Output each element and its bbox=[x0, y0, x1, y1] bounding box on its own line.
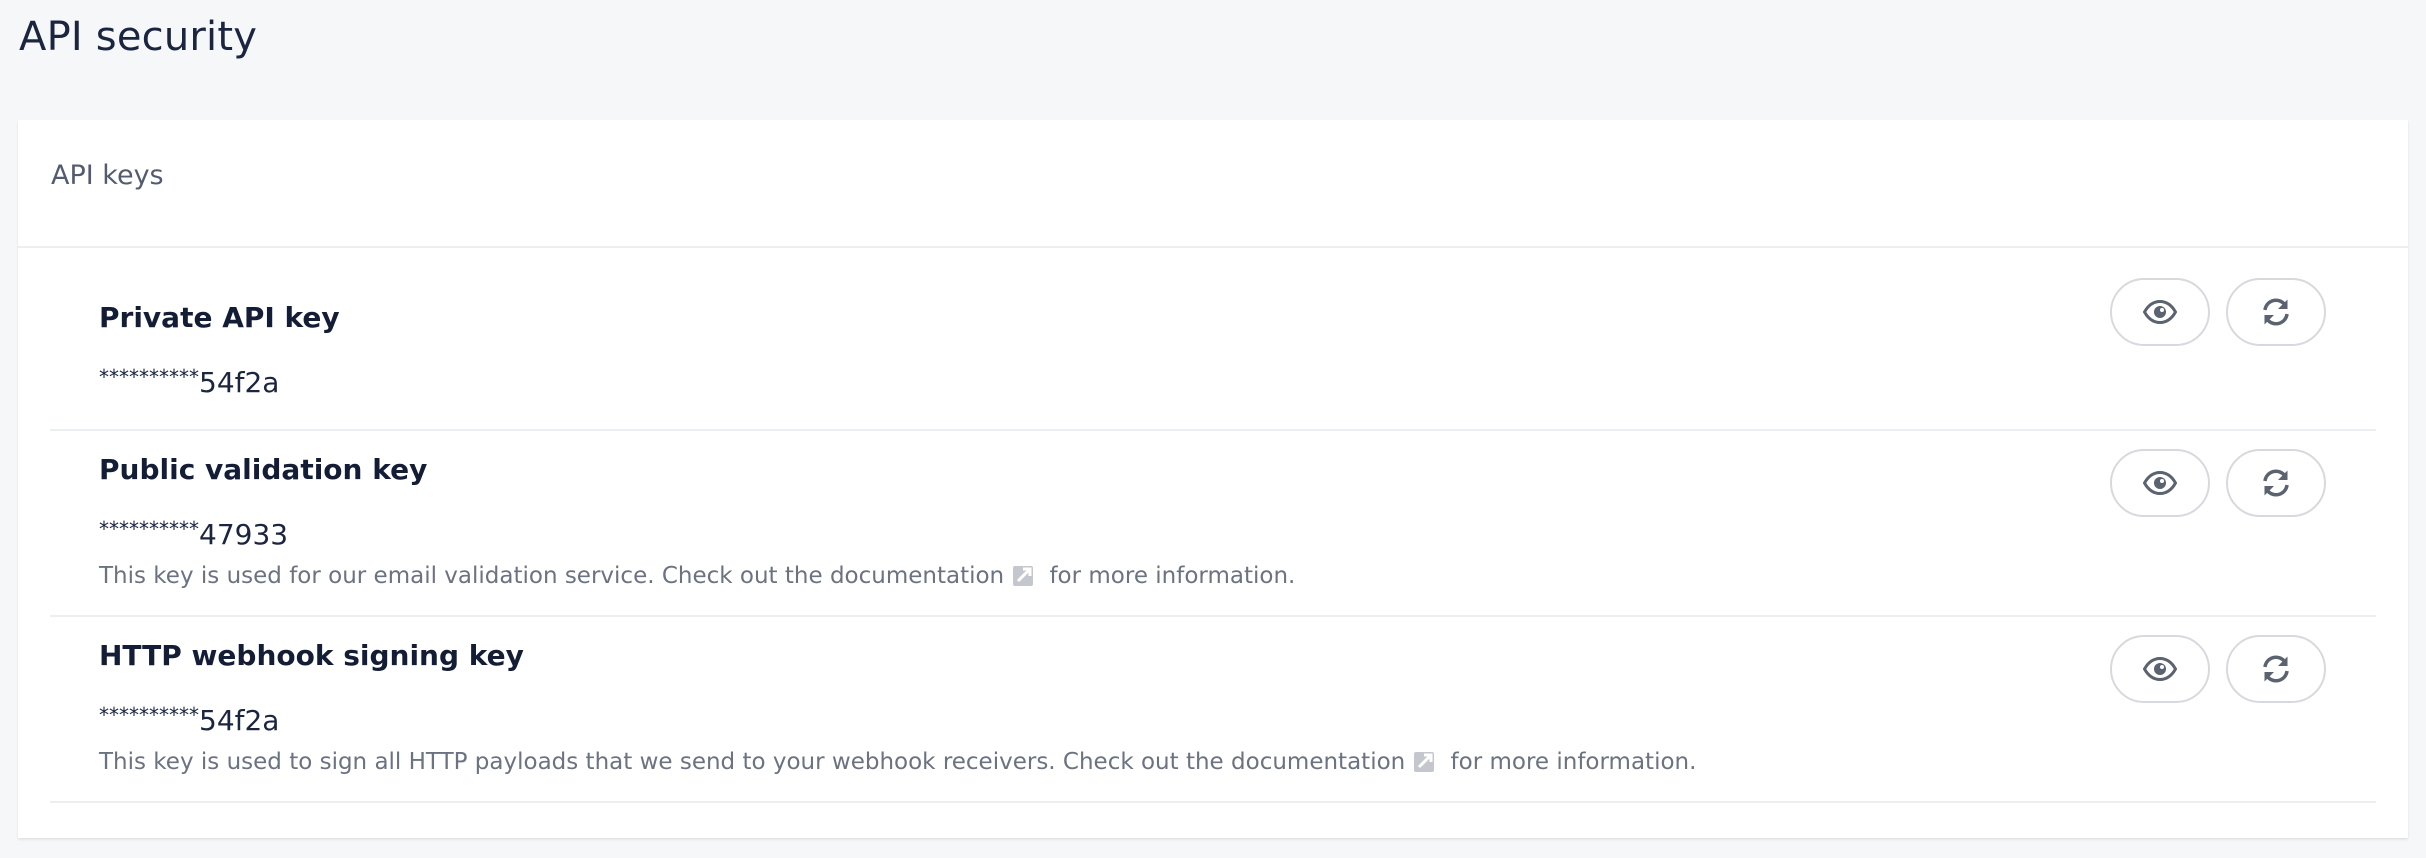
key-name: Private API key bbox=[99, 301, 340, 334]
eye-icon bbox=[2143, 657, 2177, 681]
show-key-button[interactable] bbox=[2110, 449, 2210, 517]
refresh-icon bbox=[2263, 469, 2289, 497]
key-row-http-webhook-signing-key: HTTP webhook signing key **********54f2a… bbox=[50, 617, 2376, 803]
description-text: for more information. bbox=[1042, 563, 1296, 589]
key-row-private-api-key: Private API key **********54f2a bbox=[50, 248, 2376, 431]
key-suffix: 47933 bbox=[199, 518, 289, 551]
key-value: **********47933 bbox=[99, 517, 289, 551]
documentation-link-label[interactable]: documentation bbox=[1231, 749, 1405, 775]
show-key-button[interactable] bbox=[2110, 278, 2210, 346]
regenerate-key-button[interactable] bbox=[2226, 635, 2326, 703]
key-description: This key is used for our email validatio… bbox=[99, 563, 1295, 589]
refresh-icon bbox=[2263, 298, 2289, 326]
api-keys-list: Private API key **********54f2a Public v… bbox=[50, 248, 2376, 803]
regenerate-key-button[interactable] bbox=[2226, 278, 2326, 346]
key-mask: ********** bbox=[99, 517, 199, 541]
documentation-link[interactable]: documentation bbox=[830, 563, 1042, 589]
eye-icon bbox=[2143, 471, 2177, 495]
external-link-icon[interactable] bbox=[1012, 563, 1036, 587]
show-key-button[interactable] bbox=[2110, 635, 2210, 703]
description-text: for more information. bbox=[1443, 749, 1697, 775]
key-value: **********54f2a bbox=[99, 365, 280, 399]
card-title: API keys bbox=[51, 160, 164, 191]
key-suffix: 54f2a bbox=[199, 366, 280, 399]
key-row-public-validation-key: Public validation key **********47933 Th… bbox=[50, 431, 2376, 617]
key-name: Public validation key bbox=[99, 453, 428, 486]
description-text: This key is used to sign all HTTP payloa… bbox=[99, 749, 1232, 775]
key-value: **********54f2a bbox=[99, 703, 280, 737]
api-keys-card: API keys Private API key **********54f2a bbox=[18, 120, 2408, 838]
key-mask: ********** bbox=[99, 365, 199, 389]
card-header: API keys bbox=[18, 120, 2408, 248]
key-description: This key is used to sign all HTTP payloa… bbox=[99, 749, 1696, 775]
page-title: API security bbox=[19, 14, 258, 60]
regenerate-key-button[interactable] bbox=[2226, 449, 2326, 517]
description-text: This key is used for our email validatio… bbox=[99, 563, 830, 589]
key-name: HTTP webhook signing key bbox=[99, 639, 524, 672]
key-suffix: 54f2a bbox=[199, 704, 280, 737]
external-link-icon[interactable] bbox=[1413, 749, 1437, 773]
documentation-link-label[interactable]: documentation bbox=[830, 563, 1004, 589]
documentation-link[interactable]: documentation bbox=[1231, 749, 1443, 775]
key-mask: ********** bbox=[99, 703, 199, 727]
refresh-icon bbox=[2263, 655, 2289, 683]
eye-icon bbox=[2143, 300, 2177, 324]
